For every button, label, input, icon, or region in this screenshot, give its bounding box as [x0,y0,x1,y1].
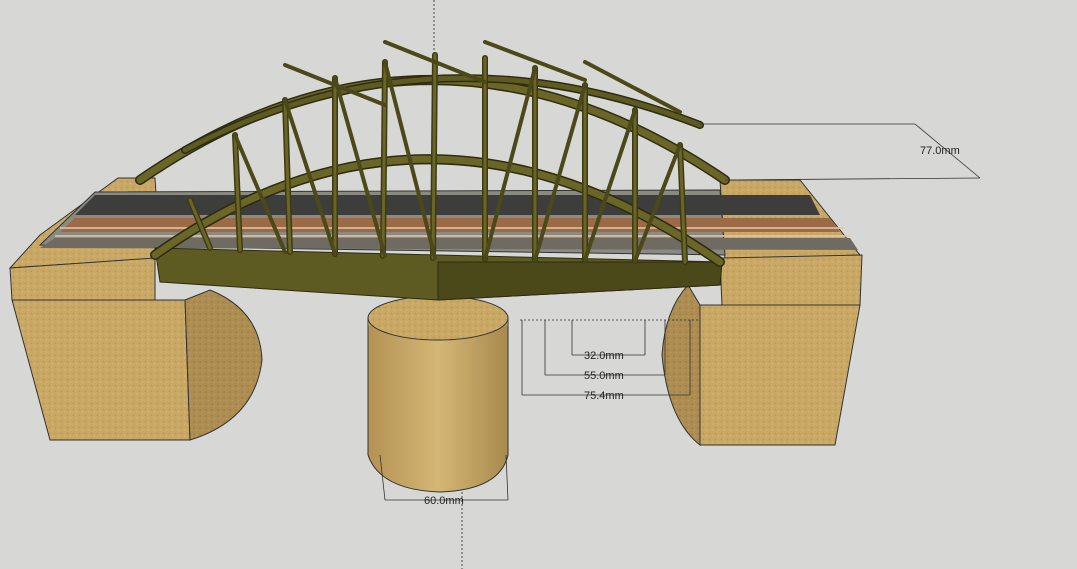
dimension-height[interactable]: 77.0mm [700,123,981,181]
dimension-pier-width-label: 60.0mm [424,495,464,507]
dimension-inner-3-label: 75.4mm [584,390,624,402]
modeling-viewport[interactable]: 77.0mm 32.0mm 55.0mm 75.4mm 60.0mm [0,0,1077,569]
dimension-inner-1-label: 32.0mm [584,350,624,362]
dimension-height-label: 77.0mm [920,145,960,157]
dimension-inner-2-label: 55.0mm [584,370,624,382]
bridge-model-scene[interactable]: 77.0mm 32.0mm 55.0mm 75.4mm 60.0mm [0,0,1077,569]
central-pier[interactable] [367,295,509,493]
